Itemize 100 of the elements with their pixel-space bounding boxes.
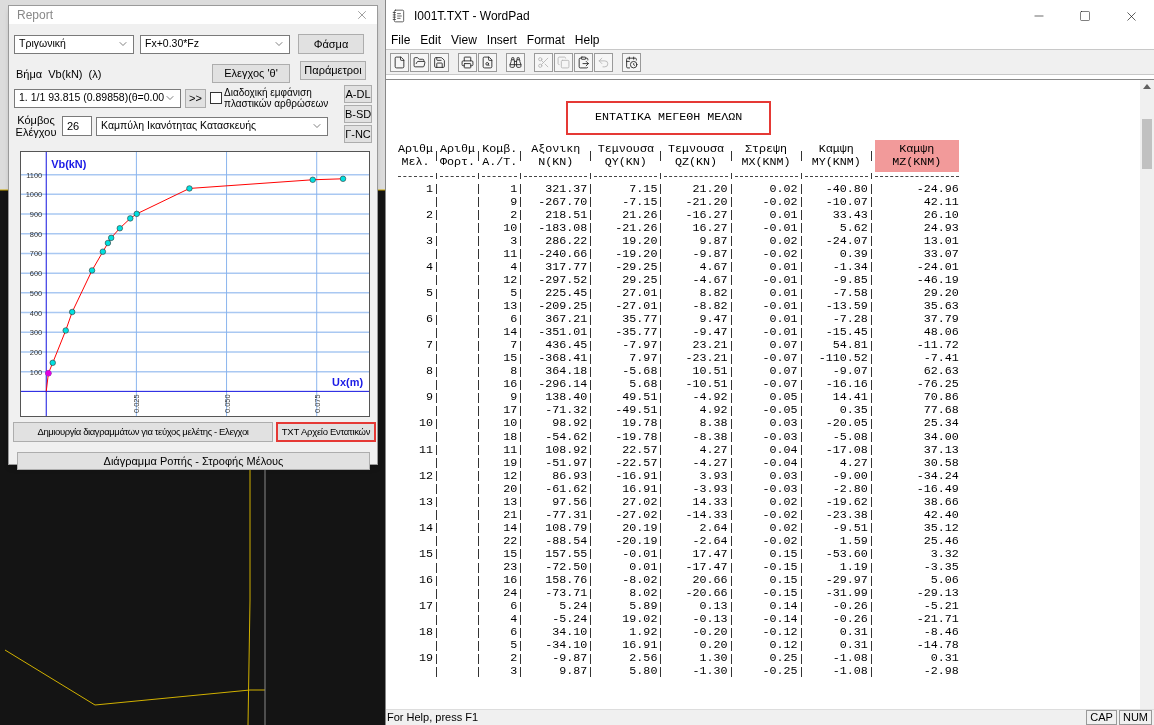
table-cell-text: 16 — [418, 574, 434, 588]
table-cell-text: 1.92 — [628, 626, 658, 640]
table-cell-text: -27.01 — [614, 300, 658, 314]
table-cell-text: -0.01 — [621, 547, 658, 561]
table-cell-text: -27.02 — [614, 508, 658, 522]
table-cell-text: 42.11 — [922, 195, 959, 209]
table-cell-text: 367.21 — [544, 313, 588, 327]
table-cell-text: 6 — [425, 313, 434, 327]
table-cell-text: 70.86 — [922, 391, 959, 405]
table-cell-text: -0.15 — [761, 561, 798, 575]
table-cell-text: 0.01 — [768, 260, 798, 274]
table-cell-text: 0.05 — [768, 391, 798, 405]
table-cell-text: 4 — [425, 260, 434, 274]
table-cell-text: 22.57 — [621, 443, 658, 457]
table-cell-text: 15 — [502, 547, 518, 561]
table-cell-text: -3.93 — [691, 482, 728, 496]
table-cell-text: 21.20 — [691, 182, 728, 196]
table-cell-text: 12 — [502, 469, 518, 483]
table-cell-text: -73.71 — [544, 587, 588, 601]
table-cell-text: 16 — [502, 574, 518, 588]
table-cell-text: 8.82 — [698, 287, 728, 301]
table-cell-text: 4 — [509, 260, 518, 274]
table-cell-text: -40.80 — [824, 182, 868, 196]
table-cell-text: 8 — [425, 365, 434, 379]
table-cell-text: -10.07 — [824, 195, 868, 209]
table-cell-text: -16.49 — [915, 482, 959, 496]
table-cell-text: 0.01 — [628, 561, 658, 575]
table-cell-text: -0.01 — [761, 300, 798, 314]
table-cell-text: 10 — [418, 417, 434, 431]
table-cell-text: 25.34 — [922, 417, 959, 431]
table-cell-text: -9.47 — [691, 326, 728, 340]
table-cell-text: -29.25 — [614, 260, 658, 274]
table-cell-text: -21.71 — [915, 613, 959, 627]
table-cell-text: 5.24 — [558, 600, 588, 614]
table-cell-text: 14 — [502, 326, 518, 340]
table-cell-text: 29.25 — [621, 273, 658, 287]
table-cell-text: -0.15 — [761, 587, 798, 601]
table-cell-text: 1 — [425, 182, 434, 196]
table-cell-text: -34.10 — [544, 639, 588, 653]
table-cell-text: 0.03 — [768, 417, 798, 431]
table-cell-text: -0.01 — [761, 326, 798, 340]
table-cell-text: 20.66 — [691, 574, 728, 588]
x-axis-title: Ux(m) — [332, 376, 364, 389]
table-cell-text: 17 — [418, 600, 434, 614]
table-cell-text: 23 — [502, 561, 518, 575]
table-cell-text: -20.19 — [614, 534, 658, 548]
table-cell-text: -2.98 — [922, 665, 959, 679]
table-cell-text: -76.25 — [915, 378, 959, 392]
table-cell-text: 35.77 — [621, 313, 658, 327]
table-cell-text: -0.07 — [761, 378, 798, 392]
table-cell-text: 42.40 — [922, 508, 959, 522]
table-cell-text: 286.22 — [544, 234, 588, 248]
table-cell-text: 9 — [425, 391, 434, 405]
table-cell-text: -23.21 — [684, 352, 728, 366]
table-cell-text: 11 — [502, 443, 518, 457]
table-cell-text: 0.01 — [768, 313, 798, 327]
table-cell-text: -110.52 — [817, 352, 868, 366]
table-cell-text: -4.92 — [691, 391, 728, 405]
table-cell-text: -1.08 — [831, 665, 868, 679]
table-cell-text: -29.13 — [915, 587, 959, 601]
table-cell-text: -51.97 — [544, 456, 588, 470]
table-cell-text: 14 — [502, 521, 518, 535]
column-header: Αριθμ Μελ. — [398, 142, 434, 169]
table-cell-text: -4.27 — [691, 456, 728, 470]
table-cell-text: -16.91 — [614, 469, 658, 483]
column-header: Τεμνουσα QY(KN) — [596, 142, 655, 169]
table-cell-text: 98.92 — [551, 417, 588, 431]
table-cell-text: 17 — [502, 404, 518, 418]
table-cell-text: -368.41 — [537, 352, 588, 366]
table-cell-text: 10 — [502, 221, 518, 235]
table-cell-text: 0.01 — [768, 208, 798, 222]
table-cell-text: 18 — [502, 430, 518, 444]
table-cell-text: -8.02 — [621, 574, 658, 588]
table-cell-text: -29.97 — [824, 574, 868, 588]
table-cell-text: -0.05 — [761, 404, 798, 418]
table-cell-text: 24 — [502, 587, 518, 601]
table-cell-text: -351.01 — [537, 326, 588, 340]
column-header: Τεμνουσα QZ(KN) — [666, 142, 725, 169]
table-cell-text: 13.01 — [922, 234, 959, 248]
table-cell-text: 8.38 — [698, 417, 728, 431]
table-cell-text: -0.26 — [831, 600, 868, 614]
table-cell-text: 2 — [509, 652, 518, 666]
table-cell-text: -16.16 — [824, 378, 868, 392]
table-cell-text: -0.25 — [761, 665, 798, 679]
table-cell-text: -17.47 — [684, 561, 728, 575]
node-label: Κόμβος Ελέγχου — [14, 114, 58, 138]
table-cell-text: 0.02 — [768, 234, 798, 248]
table-cell-text: -34.24 — [915, 469, 959, 483]
table-cell-text: 20.19 — [621, 521, 658, 535]
table-cell-text: 77.68 — [922, 404, 959, 418]
table-cell-text: 3 — [425, 234, 434, 248]
table-cell-text: 3.32 — [929, 547, 959, 561]
column-header: Αξονικη N(KN) — [530, 142, 582, 169]
column-header: Κομβ. Α./Τ. — [482, 142, 518, 169]
y-axis-title: Vb(kN) — [51, 157, 87, 170]
column-header: Αριθμ Φορτ. — [440, 142, 476, 169]
table-cell-text: 5.62 — [838, 221, 868, 235]
table-cell-text: 9.87 — [698, 234, 728, 248]
table-cell-text: -88.54 — [544, 534, 588, 548]
table-cell-text: -0.01 — [761, 221, 798, 235]
